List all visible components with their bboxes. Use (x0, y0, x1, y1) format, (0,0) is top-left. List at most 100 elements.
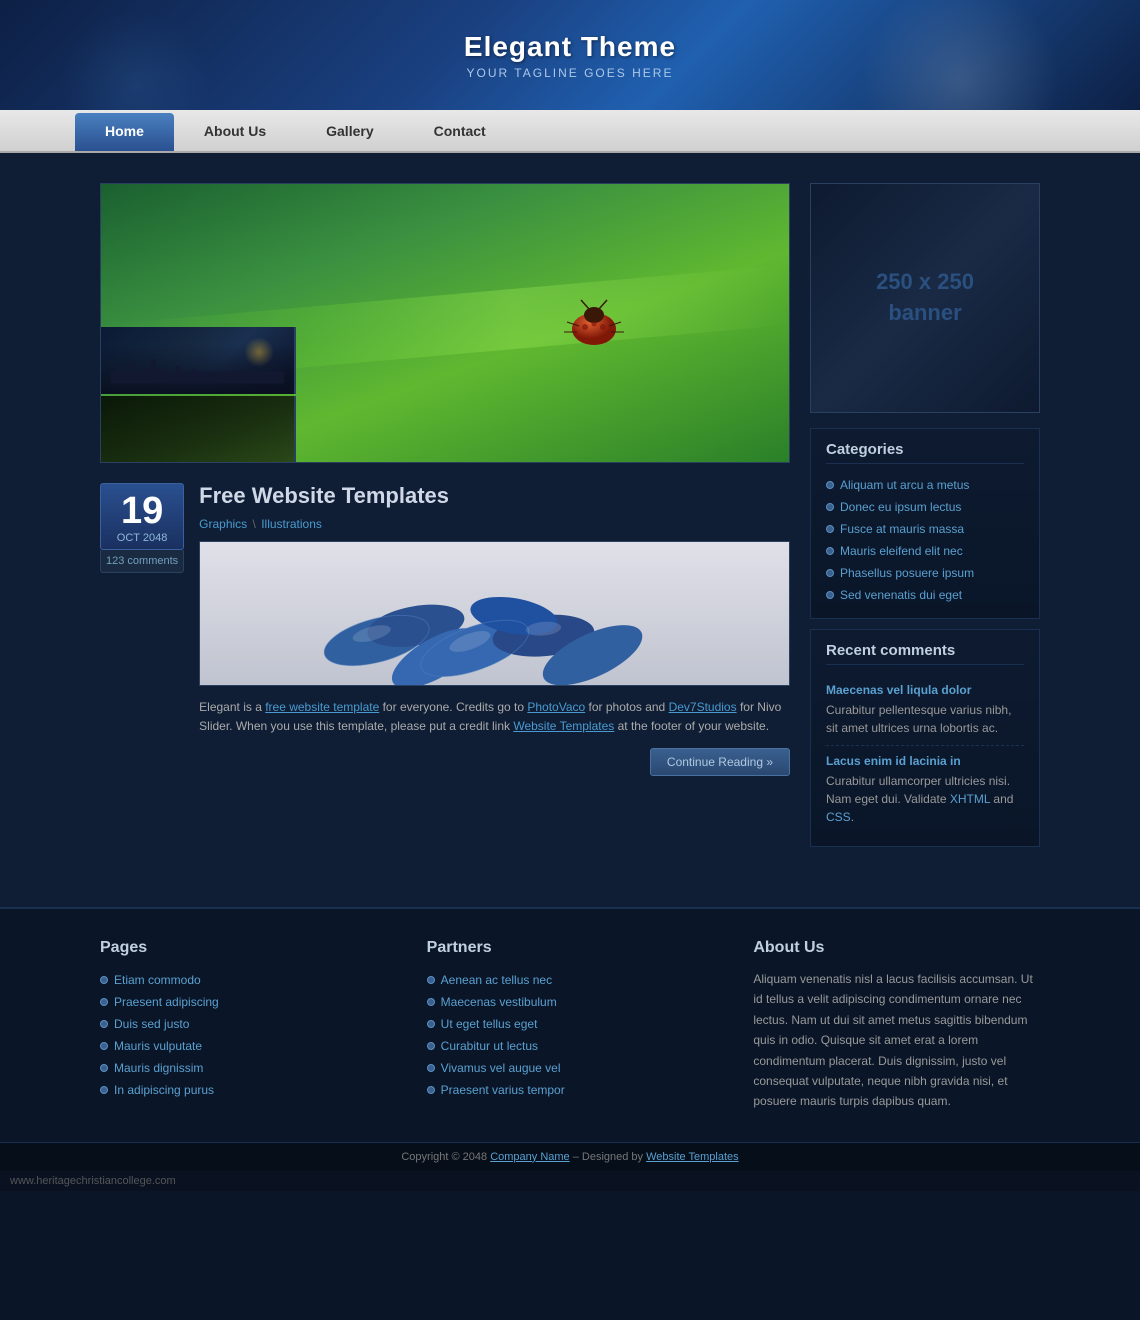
slider-main-image (101, 184, 789, 462)
date-comments[interactable]: 123 comments (100, 550, 184, 573)
sidebar-banner[interactable]: 250 x 250 banner (810, 183, 1040, 413)
comment-link-1[interactable]: Maecenas vel liqula dolor (826, 683, 1024, 697)
list-item: Etiam commodo (100, 969, 387, 991)
category-link[interactable]: Fusce at mauris massa (840, 522, 964, 536)
bullet-icon (100, 1064, 108, 1072)
post-cat-graphics[interactable]: Graphics (199, 517, 247, 531)
content-area: 19 OCT 2048 123 comments Free Website Te… (0, 153, 1140, 907)
continue-reading-button[interactable]: Continue Reading » (650, 748, 790, 776)
comment-item: Lacus enim id lacinia in Curabitur ullam… (826, 746, 1024, 834)
status-bar: www.heritagechristiancollege.com (0, 1171, 1140, 1191)
bullet-icon (427, 1086, 435, 1094)
date-month-year: OCT 2048 (111, 532, 173, 544)
bug-illustration (559, 294, 629, 349)
list-item: Mauris vulputate (100, 1035, 387, 1057)
bottom-bar: Copyright © 2048 Company Name – Designed… (0, 1142, 1140, 1171)
bullet-icon (826, 503, 834, 511)
link-dev7studios[interactable]: Dev7Studios (669, 700, 737, 714)
comment-text-1: Curabitur pellentesque varius nibh, sit … (826, 703, 1011, 735)
footer-pages: Pages Etiam commodo Praesent adipiscing … (100, 939, 387, 1112)
partner-link[interactable]: Praesent varius tempor (441, 1083, 565, 1097)
image-slider[interactable] (100, 183, 790, 463)
footer-pages-title: Pages (100, 939, 387, 957)
list-item: Sed venenatis dui eget (826, 584, 1024, 606)
page-link[interactable]: Duis sed justo (114, 1017, 189, 1031)
continue-reading-area: Continue Reading » (199, 748, 790, 776)
bullet-icon (826, 569, 834, 577)
category-link[interactable]: Sed venenatis dui eget (840, 588, 962, 602)
main-nav: Home About Us Gallery Contact (0, 110, 1140, 153)
bullet-icon (427, 1064, 435, 1072)
footer-about-text: Aliquam venenatis nisl a lacus facilisis… (753, 969, 1040, 1112)
link-website-templates[interactable]: Website Templates (513, 719, 614, 733)
copyright-text: Copyright © 2048 (401, 1151, 490, 1163)
list-item: Praesent varius tempor (427, 1079, 714, 1101)
sidebar-recent-comments: Recent comments Maecenas vel liqula dolo… (810, 629, 1040, 847)
list-item: Duis sed justo (100, 1013, 387, 1035)
list-item: Aliquam ut arcu a metus (826, 474, 1024, 496)
designed-by-text: – Designed by (570, 1151, 646, 1163)
page-link[interactable]: Mauris dignissim (114, 1061, 203, 1075)
slider-thumbnails[interactable] (101, 327, 296, 462)
pills-illustration (200, 542, 789, 685)
post-date: 19 OCT 2048 123 comments (100, 483, 184, 776)
main-wrapper: 19 OCT 2048 123 comments Free Website Te… (100, 163, 1040, 877)
category-link[interactable]: Phasellus posuere ipsum (840, 566, 974, 580)
nav-about[interactable]: About Us (174, 110, 296, 151)
list-item: Mauris eleifend elit nec (826, 540, 1024, 562)
partner-link[interactable]: Aenean ac tellus nec (441, 973, 552, 987)
sidebar: 250 x 250 banner Categories Aliquam ut a… (810, 183, 1040, 857)
site-header: Elegant Theme YOUR TAGLINE GOES HERE (0, 0, 1140, 110)
blog-post: 19 OCT 2048 123 comments Free Website Te… (100, 483, 790, 776)
nav-contact[interactable]: Contact (404, 110, 516, 151)
recent-comments-title: Recent comments (826, 642, 1024, 665)
date-box: 19 OCT 2048 (100, 483, 184, 550)
post-cat-illustrations[interactable]: Illustrations (261, 517, 322, 531)
footer-about: About Us Aliquam venenatis nisl a lacus … (753, 939, 1040, 1112)
list-item: Praesent adipiscing (100, 991, 387, 1013)
category-link[interactable]: Aliquam ut arcu a metus (840, 478, 969, 492)
footer-pages-list: Etiam commodo Praesent adipiscing Duis s… (100, 969, 387, 1101)
sidebar-categories: Categories Aliquam ut arcu a metus Donec… (810, 428, 1040, 619)
date-day: 19 (111, 492, 173, 530)
category-link[interactable]: Mauris eleifend elit nec (840, 544, 963, 558)
link-css[interactable]: CSS (826, 810, 851, 824)
list-item: Maecenas vestibulum (427, 991, 714, 1013)
partner-link[interactable]: Maecenas vestibulum (441, 995, 557, 1009)
link-photovaco[interactable]: PhotoVaco (527, 700, 585, 714)
list-item: Phasellus posuere ipsum (826, 562, 1024, 584)
comment-link-2[interactable]: Lacus enim id lacinia in (826, 754, 1024, 768)
partner-link[interactable]: Ut eget tellus eget (441, 1017, 538, 1031)
list-item: Aenean ac tellus nec (427, 969, 714, 991)
nav-home[interactable]: Home (75, 113, 174, 151)
categories-title: Categories (826, 441, 1024, 464)
bullet-icon (427, 1020, 435, 1028)
footer-partners-title: Partners (427, 939, 714, 957)
post-title: Free Website Templates (199, 483, 790, 509)
bullet-icon (100, 998, 108, 1006)
header-branding: Elegant Theme YOUR TAGLINE GOES HERE (464, 31, 676, 80)
page-link[interactable]: In adipiscing purus (114, 1083, 214, 1097)
category-link[interactable]: Donec eu ipsum lectus (840, 500, 961, 514)
list-item: Curabitur ut lectus (427, 1035, 714, 1057)
post-categories: Graphics \ Illustrations (199, 517, 790, 531)
status-url: www.heritagechristiancollege.com (10, 1175, 176, 1187)
page-link[interactable]: Praesent adipiscing (114, 995, 219, 1009)
nav-gallery[interactable]: Gallery (296, 110, 403, 151)
page-link[interactable]: Mauris vulputate (114, 1039, 202, 1053)
page-link[interactable]: Etiam commodo (114, 973, 201, 987)
footer-about-title: About Us (753, 939, 1040, 957)
partner-link[interactable]: Curabitur ut lectus (441, 1039, 538, 1053)
post-body: Free Website Templates Graphics \ Illust… (199, 483, 790, 776)
link-xhtml[interactable]: XHTML (950, 792, 990, 806)
slider-thumb-2[interactable] (101, 396, 296, 463)
website-templates-link[interactable]: Website Templates (646, 1151, 739, 1163)
slider-thumb-1[interactable] (101, 327, 296, 394)
post-text: Elegant is a free website template for e… (199, 698, 790, 736)
footer-inner: Pages Etiam commodo Praesent adipiscing … (100, 939, 1040, 1112)
bullet-icon (427, 998, 435, 1006)
company-name-link[interactable]: Company Name (490, 1151, 569, 1163)
partner-link[interactable]: Vivamus vel augue vel (441, 1061, 561, 1075)
list-item: Ut eget tellus eget (427, 1013, 714, 1035)
link-free-template[interactable]: free website template (265, 700, 379, 714)
